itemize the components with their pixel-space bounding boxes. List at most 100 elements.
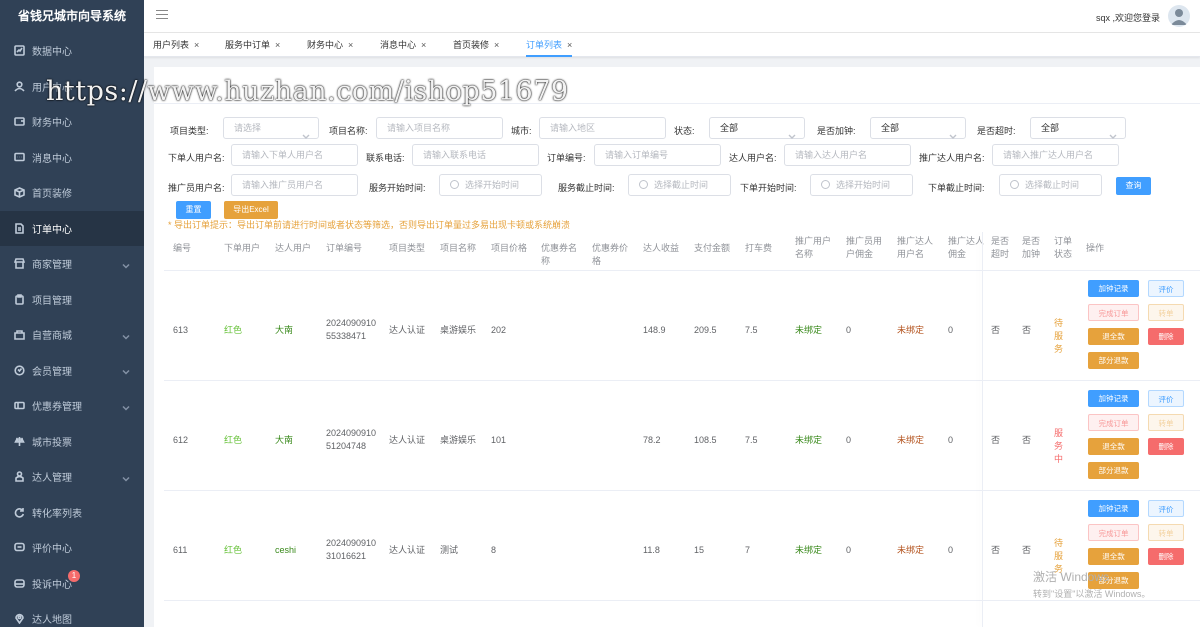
cell-expert[interactable]: 大南 <box>275 434 323 447</box>
table-header-cell[interactable]: 订单编号 <box>326 242 366 255</box>
table-header-cell[interactable]: 项目价格 <box>491 242 531 255</box>
tab-label: 消息中心 <box>380 40 417 50</box>
order-no-input[interactable]: 请输入订单编号 <box>594 144 721 166</box>
table-header-cell[interactable]: 是否加钟 <box>1022 235 1046 261</box>
table-header-cell[interactable]: 优惠券价格 <box>592 242 632 268</box>
sidebar-item-1[interactable]: 数据中心 <box>0 33 144 69</box>
complete-order-button[interactable]: 完成订单 <box>1088 414 1139 431</box>
table-header-cell[interactable]: 下单用户 <box>224 242 264 255</box>
sidebar-item-12[interactable]: 城市投票 <box>0 424 144 460</box>
sidebar-item-13[interactable]: 达人管理 <box>0 459 144 495</box>
table-header-cell[interactable]: 达人收益 <box>643 242 683 255</box>
full-refund-button[interactable]: 退全款 <box>1088 548 1139 565</box>
hamburger-icon[interactable] <box>156 10 168 22</box>
table-header-cell[interactable]: 达人用户 <box>275 242 315 255</box>
cell-buyer[interactable]: 红色 <box>224 544 272 557</box>
table-header-cell[interactable]: 推广用户名称 <box>795 235 835 261</box>
full-refund-button[interactable]: 退全款 <box>1088 438 1139 455</box>
sidebar-item-17[interactable]: 达人地图 <box>0 601 144 627</box>
delete-button[interactable]: 删除 <box>1148 548 1184 565</box>
sidebar-item-16[interactable]: 投诉中心 1 <box>0 566 144 602</box>
delete-button[interactable]: 删除 <box>1148 438 1184 455</box>
close-icon[interactable]: × <box>421 40 426 50</box>
tab-4[interactable]: 消息中心 × <box>380 33 426 57</box>
sidebar-item-14[interactable]: 转化率列表 <box>0 495 144 531</box>
cell-buyer[interactable]: 红色 <box>224 434 272 447</box>
sidebar-item-8[interactable]: 项目管理 <box>0 282 144 318</box>
table-header-cell[interactable]: 编号 <box>173 242 213 255</box>
table-header-cell[interactable]: 操作 <box>1086 242 1126 255</box>
tab-3[interactable]: 财务中心 × <box>307 33 353 57</box>
sidebar-item-6[interactable]: 订单中心 <box>0 210 144 246</box>
partial-refund-button[interactable]: 部分退款 <box>1088 352 1139 369</box>
expert-user-label: 达人用户名: <box>729 153 777 163</box>
project-name-input[interactable]: 请输入项目名称 <box>376 117 503 139</box>
delete-button[interactable]: 删除 <box>1148 328 1184 345</box>
tab-5[interactable]: 首页装修 × <box>453 33 499 57</box>
phone-input[interactable]: 请输入联系电话 <box>412 144 539 166</box>
cell-name: 测试 <box>440 545 459 555</box>
tab-2[interactable]: 服务中订单 × <box>225 33 280 57</box>
order-end-picker[interactable]: 选择截止时间 <box>999 174 1102 196</box>
complete-order-button[interactable]: 完成订单 <box>1088 304 1139 321</box>
close-icon[interactable]: × <box>494 40 499 50</box>
sidebar-item-9[interactable]: 自营商城 <box>0 317 144 353</box>
project-type-select[interactable]: 请选择 <box>223 117 319 139</box>
expert-user-input[interactable]: 请输入达人用户名 <box>784 144 911 166</box>
transfer-order-button[interactable]: 转单 <box>1148 524 1184 541</box>
table-header-cell[interactable]: 优惠券名称 <box>541 242 581 268</box>
table-header-cell[interactable]: 支付金额 <box>694 242 734 255</box>
cell-expert[interactable]: 大南 <box>275 324 323 337</box>
avatar[interactable] <box>1168 5 1190 27</box>
review-button[interactable]: 评价 <box>1148 280 1184 297</box>
tab-6[interactable]: 订单列表 × <box>526 33 573 57</box>
promoter-user-input[interactable]: 请输入推广员用户名 <box>231 174 358 196</box>
reset-button[interactable]: 重置 <box>176 201 211 219</box>
welcome-text[interactable]: sqx ,欢迎您登录 <box>1096 11 1160 24</box>
add-record-button[interactable]: 加钟记录 <box>1088 500 1139 517</box>
table-header-cell[interactable]: 订单状态 <box>1054 235 1078 261</box>
query-button[interactable]: 查询 <box>1116 177 1151 195</box>
promoter-expert-input[interactable]: 请输入推广达人用户名 <box>992 144 1119 166</box>
close-icon[interactable]: × <box>194 40 199 50</box>
partial-refund-button[interactable]: 部分退款 <box>1088 462 1139 479</box>
table-header-cell[interactable]: 推广达人用户名 <box>897 235 937 261</box>
city-input[interactable]: 请输入地区 <box>539 117 666 139</box>
add-record-button[interactable]: 加钟记录 <box>1088 280 1139 297</box>
table-header-cell[interactable]: 项目类型 <box>389 242 429 255</box>
order-user-input[interactable]: 请输入下单人用户名 <box>231 144 358 166</box>
table-header-cell[interactable]: 打车费 <box>745 242 785 255</box>
table-header-cell[interactable]: 推广员用户佣金 <box>846 235 886 261</box>
sidebar-item-5[interactable]: 首页装修 <box>0 175 144 211</box>
service-end-picker[interactable]: 选择截止时间 <box>628 174 731 196</box>
export-excel-button[interactable]: 导出Excel <box>224 201 278 219</box>
cell-type: 达人认证 <box>389 325 426 335</box>
sidebar-item-4[interactable]: 消息中心 <box>0 140 144 176</box>
review-button[interactable]: 评价 <box>1148 390 1184 407</box>
transfer-order-button[interactable]: 转单 <box>1148 304 1184 321</box>
complete-order-button[interactable]: 完成订单 <box>1088 524 1139 541</box>
add-clock-select[interactable]: 全部 <box>870 117 966 139</box>
service-start-picker[interactable]: 选择开始时间 <box>439 174 542 196</box>
review-button[interactable]: 评价 <box>1148 500 1184 517</box>
table-header-cell[interactable]: 项目名称 <box>440 242 480 255</box>
overtime-select[interactable]: 全部 <box>1030 117 1126 139</box>
sidebar-item-10[interactable]: 会员管理 <box>0 353 144 389</box>
close-icon[interactable]: × <box>275 40 280 50</box>
sidebar-item-15[interactable]: 评价中心 <box>0 530 144 566</box>
cell-buyer[interactable]: 红色 <box>224 324 272 337</box>
tab-1[interactable]: 用户列表 × <box>153 33 199 57</box>
status-select[interactable]: 全部 <box>709 117 805 139</box>
full-refund-button[interactable]: 退全款 <box>1088 328 1139 345</box>
sidebar-item-3[interactable]: 财务中心 <box>0 104 144 140</box>
cell-expert[interactable]: ceshi <box>275 544 323 557</box>
activation-title: 激活 Windows <box>1033 570 1110 584</box>
add-record-button[interactable]: 加钟记录 <box>1088 390 1139 407</box>
table-header-cell[interactable]: 是否超时 <box>991 235 1015 261</box>
sidebar-item-11[interactable]: 优惠券管理 <box>0 388 144 424</box>
order-start-picker[interactable]: 选择开始时间 <box>810 174 913 196</box>
transfer-order-button[interactable]: 转单 <box>1148 414 1184 431</box>
sidebar-item-7[interactable]: 商家管理 <box>0 246 144 282</box>
close-icon[interactable]: × <box>348 40 353 50</box>
close-icon[interactable]: × <box>567 40 572 50</box>
